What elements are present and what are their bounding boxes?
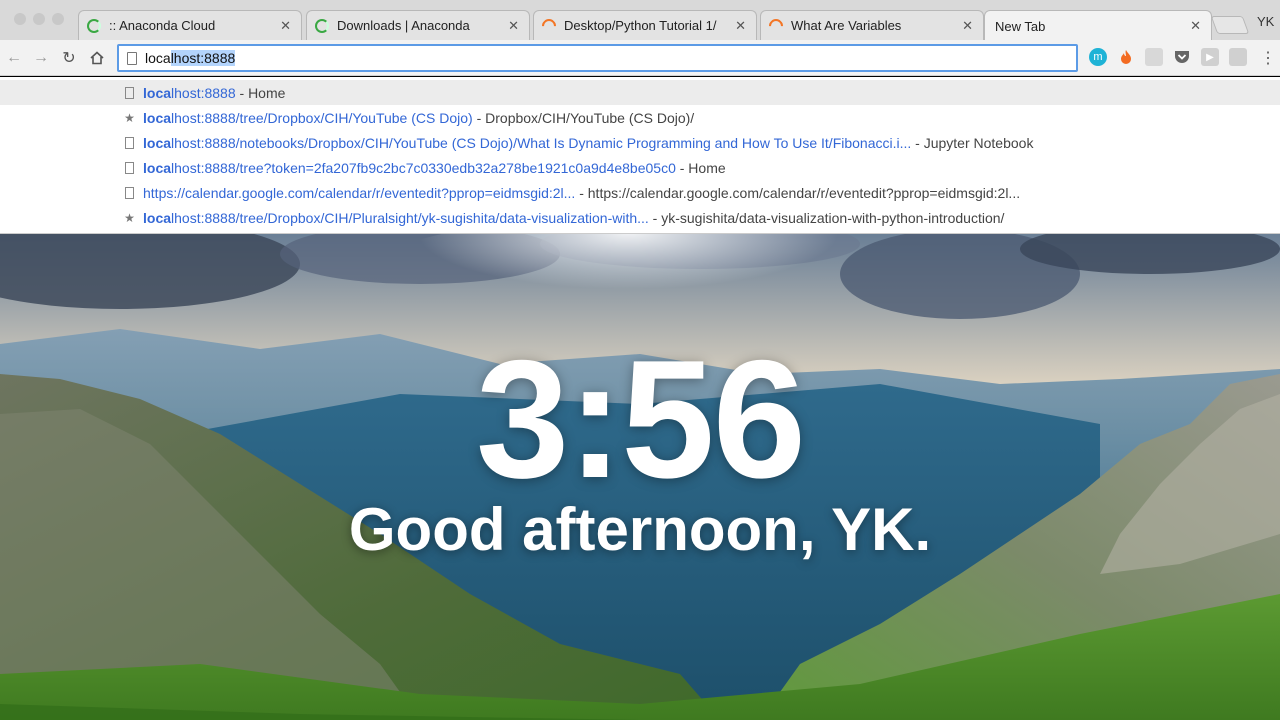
suggestion-match: loca	[143, 134, 172, 151]
tab-strip: :: Anaconda Cloud ✕ Downloads | Anaconda…	[0, 0, 1280, 41]
home-icon	[90, 51, 104, 65]
tab-anaconda-cloud[interactable]: :: Anaconda Cloud ✕	[78, 10, 302, 40]
suggestion-match: loca	[143, 109, 172, 126]
page-icon	[125, 87, 134, 99]
window-close-button[interactable]	[14, 13, 26, 25]
suggestion-desc: - yk-sugishita/data-visualization-with-p…	[648, 209, 1005, 226]
omnibox-suggestions: localhost:8888 - Home ★ localhost:8888/t…	[0, 77, 1280, 234]
suggestion-desc: - Jupyter Notebook	[911, 134, 1034, 151]
suggestion-url: lhost:8888/tree/Dropbox/CIH/YouTube (CS …	[171, 109, 473, 126]
reload-button[interactable]: ↻	[57, 46, 81, 70]
extension-doc-icon[interactable]	[1145, 48, 1163, 66]
extension-fire-icon[interactable]	[1117, 48, 1135, 66]
suggestion-item[interactable]: localhost:8888/tree?token=2fa207fb9c2bc7…	[0, 155, 1280, 180]
extension-box-icon[interactable]	[1229, 48, 1247, 66]
tab-python-tutorial[interactable]: Desktop/Python Tutorial 1/ ✕	[533, 10, 757, 40]
pocket-icon[interactable]	[1173, 48, 1191, 66]
window-minimize-button[interactable]	[33, 13, 45, 25]
tab-label: What Are Variables	[791, 18, 902, 33]
suggestion-item[interactable]: https://calendar.google.com/calendar/r/e…	[0, 180, 1280, 205]
suggestion-desc: - https://calendar.google.com/calendar/r…	[575, 184, 1021, 201]
home-button[interactable]	[85, 46, 109, 70]
suggestion-item[interactable]: localhost:8888 - Home	[0, 80, 1280, 105]
suggestion-url: lhost:8888/notebooks/Dropbox/CIH/YouTube…	[171, 134, 912, 151]
tab-label: Desktop/Python Tutorial 1/	[564, 18, 717, 33]
back-button[interactable]: ←	[2, 46, 26, 70]
suggestion-item[interactable]: ★ localhost:8888/tree/Dropbox/CIH/Plural…	[0, 205, 1280, 230]
tab-close-icon[interactable]: ✕	[280, 18, 291, 34]
extension-m-icon[interactable]: m	[1089, 48, 1107, 66]
page-icon	[125, 162, 134, 174]
profile-button[interactable]: YK	[1257, 14, 1274, 29]
suggestion-url: https://calendar.google.com/calendar/r/e…	[143, 184, 576, 201]
suggestion-item[interactable]: localhost:8888/notebooks/Dropbox/CIH/You…	[0, 130, 1280, 155]
suggestion-url: lhost:8888/tree?token=2fa207fb9c2bc7c033…	[171, 159, 676, 176]
suggestion-match: loca	[143, 159, 172, 176]
suggestion-desc: - Dropbox/CIH/YouTube (CS Dojo)/	[472, 109, 695, 126]
suggestion-url: lhost:8888/tree/Dropbox/CIH/Pluralsight/…	[171, 209, 649, 226]
suggestion-url: lhost:8888	[171, 84, 236, 101]
tab-downloads-anaconda[interactable]: Downloads | Anaconda ✕	[306, 10, 530, 40]
page-icon	[125, 187, 134, 199]
anaconda-icon	[87, 18, 101, 33]
suggestion-desc: - Home	[235, 84, 286, 101]
address-typed-text: loca	[145, 50, 171, 66]
tab-new-tab[interactable]: New Tab ✕	[984, 10, 1212, 41]
jupyter-icon	[539, 15, 559, 36]
greeting-text: Good afternoon, YK.	[348, 496, 932, 563]
tab-what-are-variables[interactable]: What Are Variables ✕	[760, 10, 984, 40]
suggestion-desc: - Home	[675, 159, 726, 176]
play-icon[interactable]: ▶	[1201, 48, 1219, 66]
address-autocomplete-text: lhost:8888	[170, 50, 236, 66]
anaconda-icon	[315, 18, 329, 33]
address-bar[interactable]: loca lhost:8888	[117, 44, 1078, 72]
new-tab-button[interactable]	[1210, 16, 1250, 34]
tab-close-icon[interactable]: ✕	[962, 18, 973, 34]
suggestion-item[interactable]: ★ localhost:8888/tree/Dropbox/CIH/YouTub…	[0, 105, 1280, 130]
tab-close-icon[interactable]: ✕	[735, 18, 746, 34]
reload-icon: ↻	[62, 50, 76, 67]
arrow-right-icon: →	[33, 49, 49, 66]
star-icon: ★	[124, 110, 135, 125]
tab-label: New Tab	[995, 18, 1046, 34]
menu-button[interactable]: ⋮	[1256, 46, 1280, 70]
suggestion-match: loca	[143, 84, 172, 101]
clock-time: 3:56	[475, 325, 806, 513]
tab-close-icon[interactable]: ✕	[1190, 18, 1201, 34]
page-icon	[127, 52, 137, 65]
toolbar: ← → ↻ loca lhost:8888 m ▶ ⋮	[0, 40, 1280, 76]
arrow-left-icon: ←	[6, 49, 22, 66]
tab-label: Downloads | Anaconda	[337, 18, 470, 33]
menu-dots-icon: ⋮	[1260, 50, 1276, 67]
forward-button[interactable]: →	[29, 46, 53, 70]
tab-close-icon[interactable]: ✕	[508, 18, 519, 34]
tab-label: :: Anaconda Cloud	[109, 18, 216, 33]
page-icon	[125, 137, 134, 149]
star-icon: ★	[124, 210, 135, 225]
jupyter-icon	[766, 15, 786, 36]
suggestion-match: loca	[143, 209, 172, 226]
window-zoom-button[interactable]	[52, 13, 64, 25]
